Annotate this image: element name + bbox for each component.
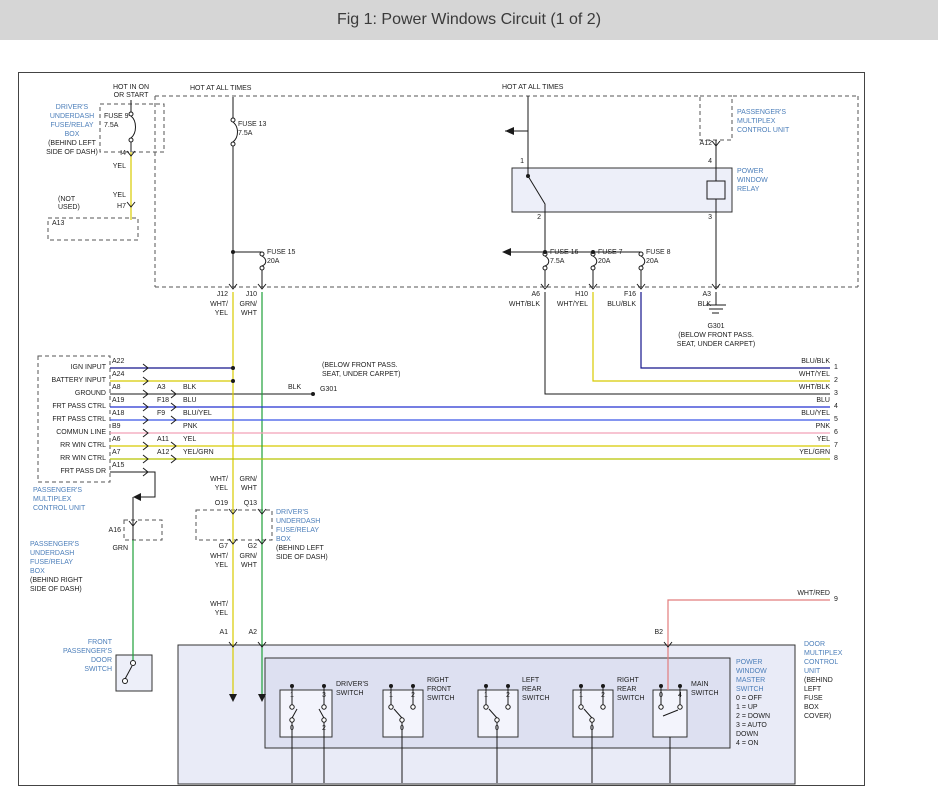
a13-connector-box	[48, 218, 138, 240]
frt-pass-dr-wire	[110, 472, 155, 497]
a16-connector-box	[124, 520, 162, 540]
screenshot-root: Fig 1: Power Windows Circuit (1 of 2)	[0, 0, 938, 805]
wires-green	[133, 292, 262, 696]
ground-symbol	[706, 305, 726, 313]
passengers-multiplex-unit-box	[38, 356, 110, 482]
fuse9-box	[100, 104, 164, 152]
drivers-underdash-mid-box	[196, 510, 272, 540]
dashed-boundaries	[38, 96, 858, 540]
blublk-row-wire	[641, 292, 830, 368]
wires-yellow	[110, 152, 830, 696]
component-boxes	[116, 168, 795, 784]
right-rear-switch-box	[573, 690, 613, 737]
wires-navy	[110, 292, 830, 368]
junction-dots	[231, 174, 682, 688]
wiring-diagram	[0, 0, 938, 805]
left-rear-switch-box	[478, 690, 518, 737]
flow-arrows	[133, 127, 514, 702]
right-front-switch-box	[383, 690, 423, 737]
fuse15-branch-wire	[233, 252, 262, 287]
passengers-multiplex-top-box	[700, 96, 732, 140]
whtblk-row-wire	[545, 292, 830, 394]
underdash-fusebox-boundary	[155, 96, 858, 287]
